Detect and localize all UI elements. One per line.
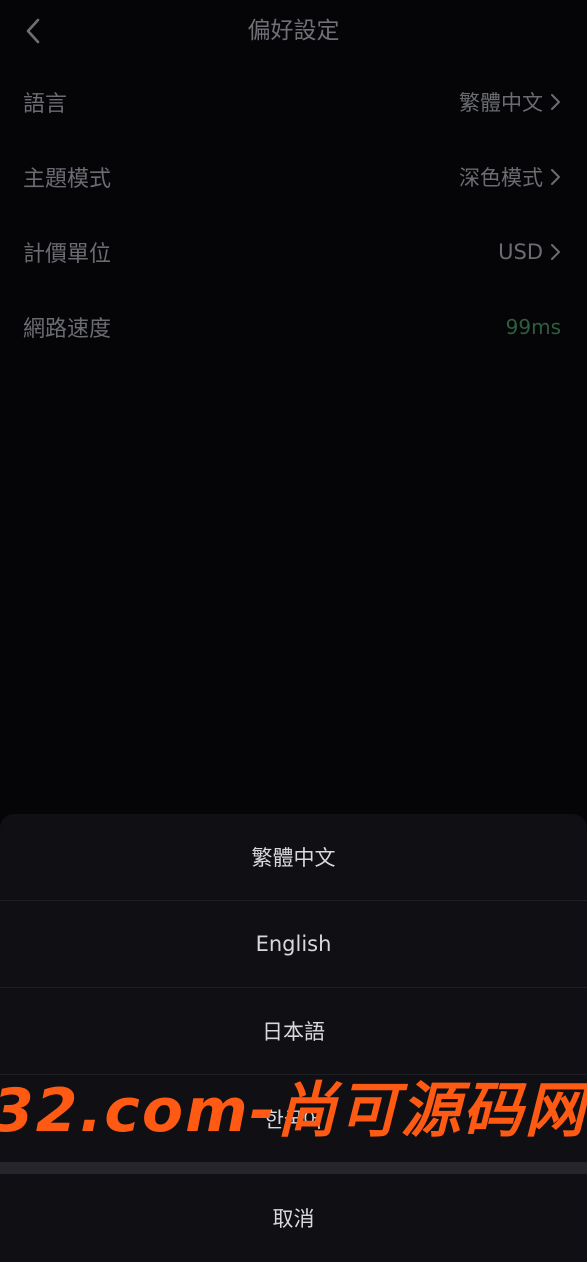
setting-value: 繁體中文 bbox=[459, 90, 543, 115]
cancel-button[interactable]: 取消 bbox=[0, 1174, 587, 1262]
setting-label: 語言 bbox=[23, 91, 68, 117]
language-option-korean[interactable]: 한국어 bbox=[0, 1075, 587, 1162]
chevron-right-icon bbox=[549, 243, 561, 261]
setting-row-language[interactable]: 語言 繁體中文 bbox=[0, 64, 587, 139]
setting-value: USD bbox=[498, 239, 543, 264]
setting-label: 網路速度 bbox=[23, 316, 112, 342]
setting-row-theme[interactable]: 主題模式 深色模式 bbox=[0, 139, 587, 214]
setting-value-group: 99ms bbox=[506, 315, 561, 339]
setting-value-group: 繁體中文 bbox=[459, 87, 561, 117]
setting-value-group: 深色模式 bbox=[459, 162, 561, 192]
language-picker-sheet: 繁體中文 English 日本語 한국어 取消 bbox=[0, 814, 587, 1262]
setting-label: 主題模式 bbox=[23, 166, 112, 192]
settings-list: 語言 繁體中文 主題模式 深色模式 計價單位 USD 網路速度 99ms bbox=[0, 64, 587, 364]
language-option-japanese[interactable]: 日本語 bbox=[0, 988, 587, 1075]
setting-row-currency[interactable]: 計價單位 USD bbox=[0, 214, 587, 289]
chevron-right-icon bbox=[549, 168, 561, 186]
header: 偏好設定 bbox=[0, 0, 587, 62]
chevron-right-icon bbox=[549, 93, 561, 111]
setting-value-group: USD bbox=[498, 240, 561, 264]
sheet-divider bbox=[0, 1162, 587, 1174]
network-latency-value: 99ms bbox=[505, 314, 561, 339]
setting-row-network-speed: 網路速度 99ms bbox=[0, 289, 587, 364]
page-title: 偏好設定 bbox=[247, 18, 340, 44]
setting-value: 深色模式 bbox=[459, 165, 543, 190]
preferences-screen: 偏好設定 語言 繁體中文 主題模式 深色模式 計價單位 USD 網路速度 99m… bbox=[0, 0, 587, 1262]
language-option-traditional-chinese[interactable]: 繁體中文 bbox=[0, 814, 587, 901]
setting-label: 計價單位 bbox=[23, 241, 112, 267]
language-option-english[interactable]: English bbox=[0, 901, 587, 988]
